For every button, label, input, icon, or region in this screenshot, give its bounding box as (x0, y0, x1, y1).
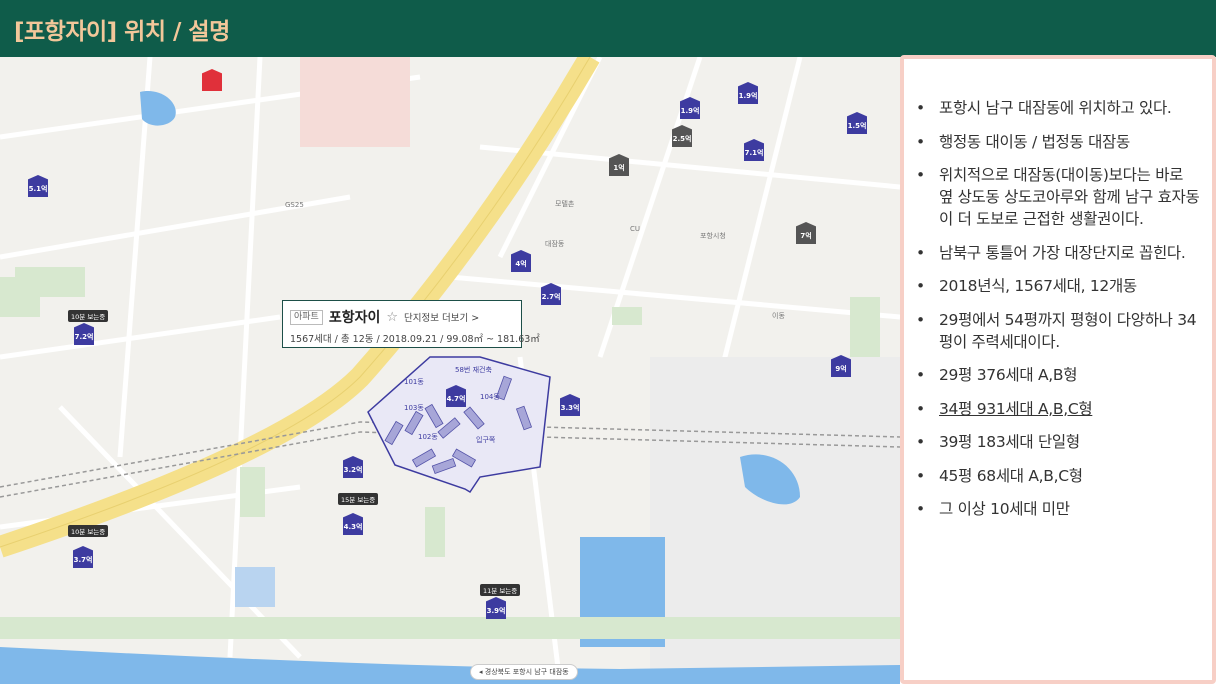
place-label: 포항시청 (700, 232, 726, 240)
price-pin[interactable]: 4억 (511, 250, 531, 272)
list-item: 2018년식, 1567세대, 12개동 (912, 275, 1200, 297)
price-pin[interactable]: 9억 (831, 355, 851, 377)
list-item: 29평에서 54평까지 평형이 다양하나 34평이 주력세대이다. (912, 309, 1200, 353)
entrance-label: 입구쪽 (476, 436, 496, 444)
list-item: 행정동 대이동 / 법정동 대잠동 (912, 131, 1200, 153)
price-pin[interactable]: 4.3억 (343, 513, 363, 535)
price-pin[interactable]: 4.7억 (446, 385, 466, 407)
price-pin[interactable]: 7.2억 (74, 323, 94, 345)
price-pin[interactable]: 2.7억 (541, 283, 561, 305)
price-pin[interactable]: 5.1억 (28, 175, 48, 197)
map-view[interactable]: 5.1억 7.2억 3.7억 3.2억 4.3억 4.7억 2.7억 3.3억 … (0, 57, 900, 684)
dong-label: 104동 (480, 393, 500, 401)
map-canvas (0, 57, 900, 684)
more-info-link[interactable]: 단지정보 더보기 > (404, 310, 479, 324)
dong-label: 101동 (404, 378, 424, 386)
complex-summary: 1567세대 / 총 12동 / 2018.09.21 / 99.08㎡ ~ 1… (290, 334, 540, 345)
place-label: 모텔촌 (555, 200, 575, 208)
sale-pin[interactable] (202, 69, 222, 91)
title-bar: [포항자이] 위치 / 설명 (0, 0, 1216, 57)
list-item-text: 34평 931세대 A,B,C형 (939, 399, 1093, 418)
place-label: GS25 (285, 201, 304, 209)
price-pin[interactable]: 1.5억 (847, 112, 867, 134)
list-item: 29평 376세대 A,B형 (912, 364, 1200, 386)
place-label: CU (630, 225, 641, 233)
list-item: 위치적으로 대잠동(대이동)보다는 바로 옆 상도동 상도코아루와 함께 남구 … (912, 164, 1200, 230)
type-tag: 아파트 (290, 309, 323, 325)
dong-label: 102동 (418, 433, 438, 441)
price-pin[interactable]: 7.1억 (744, 139, 764, 161)
place-label: 대잠동 (545, 240, 565, 248)
complex-name: 포항자이 (328, 310, 381, 326)
price-pin[interactable]: 3.2억 (343, 456, 363, 478)
complex-infobox[interactable]: 아파트 포항자이 ☆ 단지정보 더보기 > 1567세대 / 총 12동 / 2… (282, 300, 540, 348)
price-pin[interactable]: 2.5억 (672, 125, 692, 147)
price-pin[interactable]: 3.7억 (73, 546, 93, 568)
favorite-star-icon[interactable]: ☆ (386, 310, 398, 325)
place-label: 이동 (772, 312, 785, 320)
dong-label: 58번 재건축 (455, 366, 492, 374)
list-item: 그 이상 10세대 미만 (912, 498, 1200, 520)
viewing-label: 10분 보는중 (68, 310, 109, 322)
price-pin[interactable]: 1.9억 (738, 82, 758, 104)
viewing-label: 15분 보는중 (338, 493, 379, 505)
price-pin[interactable]: 1.9억 (680, 97, 700, 119)
dong-label: 103동 (404, 404, 424, 412)
list-item: 34평 931세대 A,B,C형 (912, 398, 1200, 420)
viewing-label: 11분 보는중 (480, 584, 521, 596)
list-item: 45평 68세대 A,B,C형 (912, 465, 1200, 487)
description-panel: 포항시 남구 대잠동에 위치하고 있다. 행정동 대이동 / 법정동 대잠동 위… (900, 55, 1216, 684)
address-label: ◂ 경상북도 포항시 남구 대잠동 (470, 664, 578, 680)
list-item: 포항시 남구 대잠동에 위치하고 있다. (912, 97, 1200, 119)
page-title: [포항자이] 위치 / 설명 (14, 18, 230, 45)
viewing-label: 10분 보는중 (68, 525, 109, 537)
price-pin[interactable]: 3.3억 (560, 394, 580, 416)
list-item: 39평 183세대 단일형 (912, 431, 1200, 453)
list-item: 남북구 통틀어 가장 대장단지로 꼽힌다. (912, 242, 1200, 264)
address-text: 경상북도 포항시 남구 대잠동 (484, 668, 569, 676)
price-pin[interactable]: 1억 (609, 154, 629, 176)
price-pin[interactable]: 7억 (796, 222, 816, 244)
description-list: 포항시 남구 대잠동에 위치하고 있다. 행정동 대이동 / 법정동 대잠동 위… (912, 97, 1200, 520)
price-pin[interactable]: 3.9억 (486, 597, 506, 619)
